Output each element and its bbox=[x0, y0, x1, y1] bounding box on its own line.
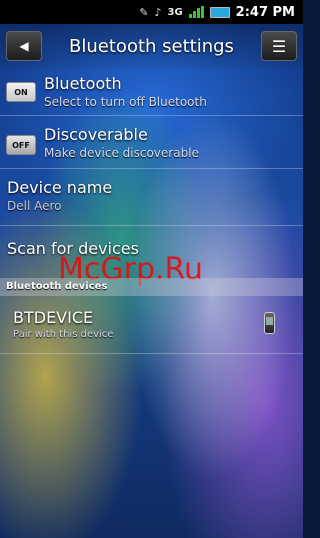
network-type: 3G bbox=[167, 6, 183, 18]
setting-title: Bluetooth bbox=[44, 74, 122, 93]
device-name-setting[interactable]: Device name Dell Aero bbox=[0, 172, 303, 226]
signal-icon bbox=[188, 6, 204, 18]
notification-icon: ✎ bbox=[139, 5, 149, 19]
setting-subtitle: Select to turn off Bluetooth bbox=[44, 95, 207, 109]
battery-icon bbox=[209, 6, 230, 18]
setting-title: Device name bbox=[7, 178, 113, 197]
bluetooth-setting[interactable]: ON Bluetooth Select to turn off Bluetoot… bbox=[0, 68, 303, 116]
discoverable-toggle[interactable]: OFF bbox=[6, 135, 36, 155]
device-name-value: Dell Aero bbox=[7, 199, 62, 213]
device-subtitle: Pair with this device bbox=[13, 329, 114, 340]
phone-icon bbox=[264, 312, 275, 334]
menu-button[interactable]: ☰ bbox=[260, 31, 297, 61]
section-header-bluetooth-devices: Bluetooth devices bbox=[0, 278, 303, 296]
bluetooth-toggle[interactable]: ON bbox=[6, 82, 36, 102]
status-bar: ✎ ♪ 3G 2:47 PM bbox=[0, 0, 303, 24]
menu-icon: ☰ bbox=[271, 36, 287, 56]
device-name: BTDEVICE bbox=[13, 308, 94, 327]
discoverable-setting[interactable]: OFF Discoverable Make device discoverabl… bbox=[0, 119, 303, 169]
status-time: 2:47 PM bbox=[235, 4, 295, 20]
device-item[interactable]: BTDEVICE Pair with this device bbox=[0, 298, 303, 354]
back-arrow-icon: ◀ bbox=[19, 39, 29, 53]
setting-subtitle: Make device discoverable bbox=[44, 146, 199, 160]
silent-icon: ♪ bbox=[154, 5, 162, 19]
setting-title: Discoverable bbox=[44, 125, 148, 144]
title-bar: ◀ Bluetooth settings ☰ bbox=[0, 24, 303, 68]
back-button[interactable]: ◀ bbox=[6, 31, 42, 61]
page-title: Bluetooth settings bbox=[69, 35, 234, 57]
